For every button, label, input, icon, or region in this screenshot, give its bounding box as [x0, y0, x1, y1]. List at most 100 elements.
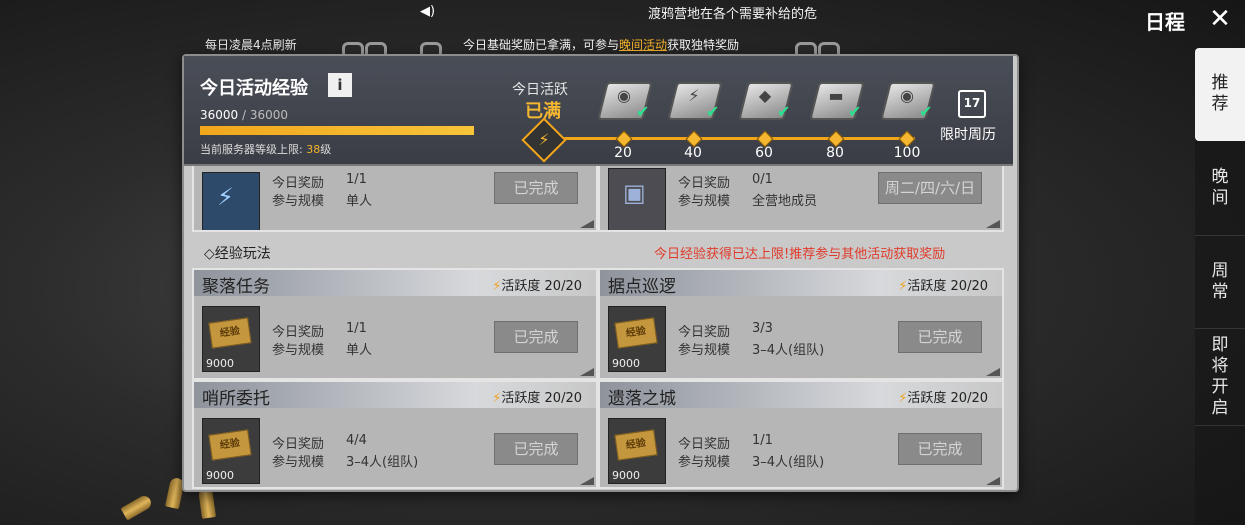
activity-label: 今日活跃 — [512, 82, 568, 98]
reward-value: 1/1 — [346, 172, 367, 187]
card-title: 哨所委托 — [202, 389, 270, 409]
schedule-days-button[interactable]: 周二/四/六/日 — [878, 172, 982, 204]
speaker-icon: ◀) — [420, 4, 436, 19]
scale-value: 3–4人(组队) — [346, 455, 419, 470]
exp-ticket-icon: 经验 — [208, 429, 252, 461]
schedule-title: 日程 — [1145, 10, 1185, 34]
check-icon: ✔ — [777, 102, 791, 121]
tab-upcoming[interactable]: 即将开启 — [1195, 329, 1245, 426]
check-icon: ✔ — [636, 102, 650, 121]
lightning-badge-icon: ⚡ — [217, 183, 234, 211]
card-corner — [580, 477, 594, 485]
top-card-left: ⚡ 今日奖励 1/1 参与规模 单人 已完成 — [192, 164, 598, 232]
crystal-icon: ◆ — [758, 86, 772, 105]
scale-label: 参与规模 — [272, 343, 325, 358]
tier-value: 60 — [755, 145, 773, 161]
scale-value: 单人 — [346, 343, 373, 358]
tier-reward-100[interactable]: ◉ ✔ — [879, 76, 936, 122]
close-x-icon: ✕ — [1209, 4, 1231, 34]
reward-value: 4/4 — [346, 433, 367, 448]
activity-points: ⚡活跃度 20/20 — [898, 279, 988, 294]
reward-label: 今日奖励 — [272, 176, 325, 191]
completed-button[interactable]: 已完成 — [494, 433, 578, 465]
activity-thumb: ⚡ — [202, 172, 260, 230]
activity-card: 遗落之城 ⚡活跃度 20/20 经验 9000 今日奖励 1/1 参与规模 3–4… — [598, 380, 1004, 489]
exp-ticket-thumb: 经验 9000 — [608, 306, 666, 372]
exp-current: 36000 — [200, 108, 239, 122]
tab-evening[interactable]: 晚间 — [1195, 141, 1245, 236]
coin-icon: ◉ — [617, 86, 631, 105]
card-title: 遗落之城 — [608, 389, 676, 409]
card-corner — [986, 368, 1000, 376]
card-corner — [580, 220, 594, 228]
exp-note-suffix: 获取独特奖励 — [667, 38, 740, 52]
tier-reward-20[interactable]: ◉ ✔ — [596, 76, 653, 122]
tier-reward-60[interactable]: ◆ ✔ — [737, 76, 794, 122]
exp-ticket-thumb: 经验 9000 — [608, 418, 666, 484]
activity-card: 聚落任务 ⚡活跃度 20/20 经验 9000 今日奖励 1/1 参与规模 单人 … — [192, 268, 598, 380]
card-corner — [986, 220, 1000, 228]
tier-reward-40[interactable]: ⚡ ✔ — [666, 76, 723, 122]
exp-progress-fill — [200, 126, 474, 135]
bullet-shell — [120, 493, 154, 521]
ticket-qty: 9000 — [206, 469, 234, 482]
scale-label: 参与规模 — [678, 194, 731, 209]
coin-icon: ◉ — [900, 86, 914, 105]
exp-ticket-icon: 经验 — [614, 429, 658, 461]
exp-cap-warning: 今日经验获得已达上限!推荐参与其他活动获取奖励 — [654, 247, 946, 262]
exp-note-prefix: 今日基础奖励已拿满，可参与 — [463, 38, 620, 52]
scale-label: 参与规模 — [272, 194, 325, 209]
ingot-icon: ▬ — [828, 86, 844, 105]
activity-points: ⚡活跃度 20/20 — [492, 279, 582, 294]
refresh-note: 每日凌晨4点刷新 — [205, 38, 297, 52]
reward-value: 1/1 — [346, 321, 367, 336]
activity-points: ⚡活跃度 20/20 — [898, 391, 988, 406]
server-level-cap: 当前服务器等级上限: 38级 — [200, 143, 332, 156]
check-icon: ✔ — [919, 102, 933, 121]
tier-value: 40 — [684, 145, 702, 161]
tab-weekly[interactable]: 周常 — [1195, 236, 1245, 329]
scale-value: 3–4人(组队) — [752, 455, 825, 470]
schedule-sidebar: 推荐 晚间 周常 即将开启 — [1195, 48, 1245, 525]
reward-label: 今日奖励 — [272, 437, 325, 452]
card-corner — [580, 368, 594, 376]
card-corner — [986, 477, 1000, 485]
exp-ticket-thumb: 经验 9000 — [202, 306, 260, 372]
exp-max: / 36000 — [238, 108, 289, 122]
tier-value: 20 — [614, 145, 632, 161]
ticket-qty: 9000 — [612, 469, 640, 482]
reward-label: 今日奖励 — [678, 437, 731, 452]
exp-progress-bar — [200, 126, 474, 135]
activity-points: ⚡活跃度 20/20 — [492, 391, 582, 406]
exp-note: 今日基础奖励已拿满，可参与晚间活动获取独特奖励 — [463, 36, 739, 53]
server-cap-level: 38 — [306, 143, 321, 156]
close-button[interactable]: ✕ — [1205, 4, 1235, 34]
evening-activity-link[interactable]: 晚间活动 — [619, 38, 667, 52]
reward-value: 3/3 — [752, 321, 773, 336]
tier-reward-80[interactable]: ▬ ✔ — [808, 76, 865, 122]
info-button[interactable]: i — [328, 73, 352, 97]
scale-label: 参与规模 — [272, 455, 325, 470]
section-label: ◇经验玩法 — [204, 246, 271, 262]
exp-ticket-icon: 经验 — [614, 317, 658, 349]
check-icon: ✔ — [848, 102, 862, 121]
completed-button[interactable]: 已完成 — [898, 321, 982, 353]
calendar-icon[interactable]: 17 — [958, 90, 986, 118]
completed-button[interactable]: 已完成 — [494, 321, 578, 353]
reward-value: 0/1 — [752, 172, 773, 187]
tier-value: 80 — [826, 145, 844, 161]
scale-label: 参与规模 — [678, 455, 731, 470]
completed-button[interactable]: 已完成 — [898, 433, 982, 465]
completed-button[interactable]: 已完成 — [494, 172, 578, 204]
calendar-label[interactable]: 限时周历 — [940, 124, 996, 144]
tab-recommended[interactable]: 推荐 — [1195, 48, 1245, 141]
ticket-qty: 9000 — [612, 357, 640, 370]
exp-ticket-thumb: 经验 9000 — [202, 418, 260, 484]
exp-ticket-icon: 经验 — [208, 317, 252, 349]
lightning-icon: ⚡ — [538, 130, 550, 149]
top-card-right: ▣ 今日奖励 0/1 参与规模 全营地成员 周二/四/六/日 — [598, 164, 1004, 232]
activity-card: 哨所委托 ⚡活跃度 20/20 经验 9000 今日奖励 4/4 参与规模 3–4… — [192, 380, 598, 489]
card-title: 据点巡逻 — [608, 277, 676, 297]
activity-thumb: ▣ — [608, 168, 666, 230]
supply-crate-icon: ▣ — [623, 179, 646, 207]
